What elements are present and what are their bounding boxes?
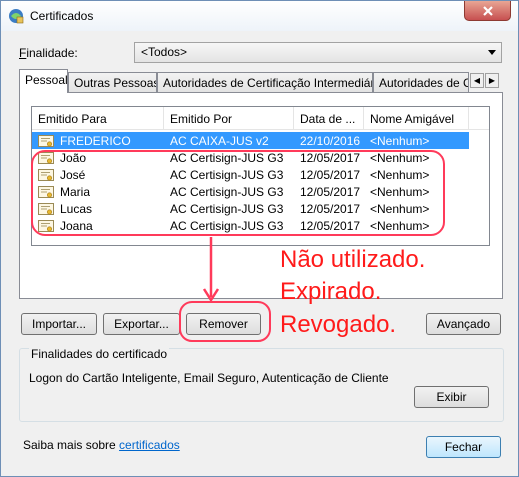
list-header: Emitido Para Emitido Por Data de ... Nom…: [32, 107, 489, 130]
cell-date: 22/10/2016: [300, 134, 361, 148]
column-friendly-name[interactable]: Nome Amigável: [364, 107, 469, 130]
annotation-highlight-box: [31, 150, 445, 236]
column-issued-to[interactable]: Emitido Para: [32, 107, 164, 130]
column-label: Emitido Para: [38, 112, 107, 126]
close-window-button[interactable]: [464, 1, 511, 21]
tab-label: Autoridades de Certificação Intermediári…: [163, 76, 373, 90]
close-icon: [482, 5, 493, 16]
tab-intermediate-cas[interactable]: Autoridades de Certificação Intermediári…: [157, 72, 373, 92]
column-issued-by[interactable]: Emitido Por: [164, 107, 294, 130]
export-label: Exportar...: [114, 317, 169, 331]
import-label: Importar...: [31, 317, 87, 331]
column-label: Nome Amigável: [370, 112, 455, 126]
tab-scroll-left-button[interactable]: ◀: [470, 73, 484, 88]
learn-more-text: Saiba mais sobre: [23, 438, 120, 452]
cell-name: <Nenhum>: [370, 134, 430, 148]
learn-more-link[interactable]: certificados: [119, 438, 180, 452]
column-label: Data de ...: [300, 112, 356, 126]
import-button[interactable]: Importar...: [21, 313, 97, 335]
cell-by: AC CAIXA-JUS v2: [170, 134, 269, 148]
annotation-not-used: Não utilizado.: [280, 246, 426, 273]
cell-to: FREDERICO: [60, 134, 131, 148]
annotation-expired: Expirado.: [280, 278, 382, 305]
tab-label: Outras Pessoas: [74, 76, 157, 90]
remove-label: Remover: [199, 317, 248, 331]
learn-more: Saiba mais sobre certificados: [23, 438, 180, 452]
certificate-purposes-text: Logon do Cartão Inteligente, Email Segur…: [29, 371, 389, 385]
tab-pessoal[interactable]: Pessoal: [19, 69, 68, 93]
remove-button[interactable]: Remover: [186, 313, 261, 335]
column-label: Emitido Por: [170, 112, 233, 126]
export-button[interactable]: Exportar...: [103, 313, 180, 335]
window-title: Certificados: [30, 9, 94, 23]
advanced-label: Avançado: [436, 317, 491, 331]
purpose-select-value: <Todos>: [141, 45, 188, 59]
table-row[interactable]: FREDERICO AC CAIXA-JUS v2 22/10/2016 <Nenhu…: [32, 132, 469, 149]
purpose-select[interactable]: <Todos>: [134, 42, 502, 63]
purpose-label-text: inalidade:: [26, 46, 78, 60]
tab-label: Autoridades de Certificação Raiz Confiáv…: [379, 76, 468, 90]
purpose-label: Finalidade:: [19, 46, 78, 60]
view-label: Exibir: [436, 390, 467, 404]
column-expiration-date[interactable]: Data de ...: [294, 107, 364, 130]
certificate-manager-icon: [9, 9, 24, 24]
tab-scroll-right-button[interactable]: ▶: [485, 73, 499, 88]
tab-label: Pessoal: [25, 73, 68, 87]
annotation-revoked: Revogado.: [280, 311, 397, 338]
tab-outras-pessoas[interactable]: Outras Pessoas: [68, 72, 157, 92]
close-label: Fechar: [444, 440, 483, 454]
tab-root-cas[interactable]: Autoridades de Certificação Raiz Confiáv…: [373, 72, 469, 92]
title-bar: Certificados: [1, 1, 518, 31]
certificates-dialog: Certificados Finalidade: <Todos> Pessoal…: [0, 0, 519, 477]
advanced-button[interactable]: Avançado: [426, 313, 501, 335]
view-button[interactable]: Exibir: [414, 386, 489, 408]
certificate-purposes-title: Finalidades do certificado: [29, 347, 170, 361]
chevron-down-icon: [488, 50, 496, 55]
certificate-icon: [38, 135, 54, 147]
close-button[interactable]: Fechar: [426, 436, 501, 458]
